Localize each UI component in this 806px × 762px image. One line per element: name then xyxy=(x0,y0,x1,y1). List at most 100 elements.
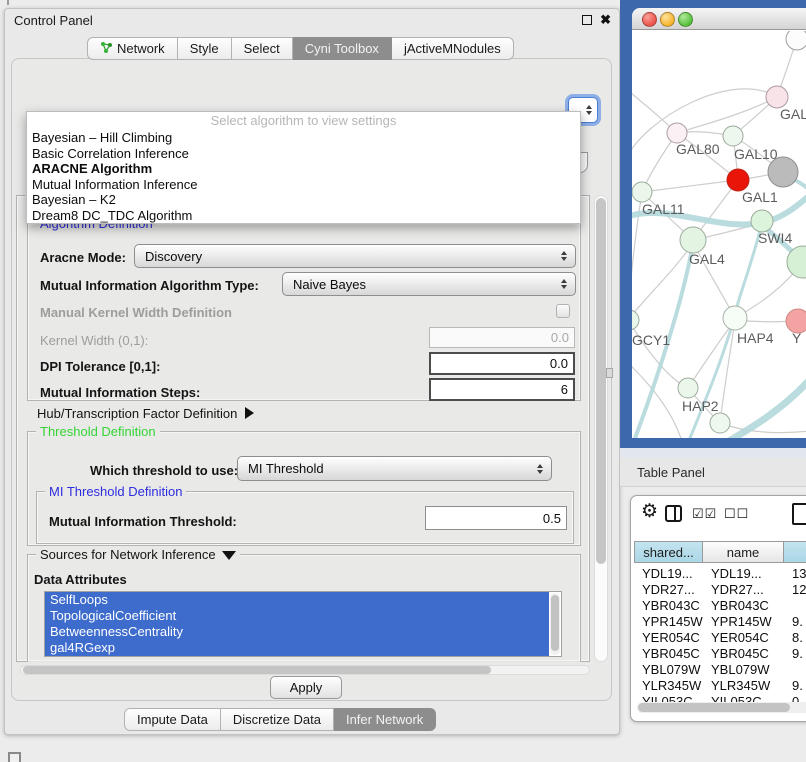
column-view-icon[interactable] xyxy=(665,505,682,522)
table-row[interactable]: YBR043CYBR043C xyxy=(634,598,806,614)
select-all-icon[interactable]: ☑☑ xyxy=(692,506,717,522)
deselect-all-icon[interactable]: ☐☐ xyxy=(724,506,749,522)
tab-network[interactable]: Network xyxy=(87,37,178,60)
mi-threshold-field[interactable]: 0.5 xyxy=(425,506,567,530)
table-cell: YPR145W xyxy=(703,614,784,630)
close-icon[interactable]: ✖ xyxy=(600,12,611,28)
network-node-swi4[interactable] xyxy=(751,210,773,232)
close-traffic-light[interactable] xyxy=(642,12,657,27)
attribute-item-betweennesscentrality[interactable]: BetweennessCentrality xyxy=(45,624,549,640)
column-header-name[interactable]: name xyxy=(703,541,784,563)
network-node-gcy1[interactable] xyxy=(632,310,639,330)
network-node[interactable] xyxy=(768,157,798,187)
list-scrollbar[interactable] xyxy=(550,593,560,655)
table-cell: 8. xyxy=(784,630,806,646)
attribute-item-selfloops[interactable]: SelfLoops xyxy=(45,592,549,608)
algorithm-option-basic-correlation-inference[interactable]: Basic Correlation Inference xyxy=(27,146,580,162)
network-node-gal1[interactable] xyxy=(727,169,749,191)
float-window-icon[interactable] xyxy=(582,15,592,25)
panel-splitter-handle[interactable] xyxy=(606,368,613,378)
network-icon xyxy=(100,41,113,57)
tab-label: jActiveMNodules xyxy=(404,41,501,56)
mi-threshold-definition-title: MI Threshold Definition xyxy=(45,484,186,499)
network-edge[interactable] xyxy=(720,423,806,433)
network-node-gal11[interactable] xyxy=(632,182,652,202)
sources-title[interactable]: Sources for Network Inference xyxy=(36,547,240,562)
network-node-gal80[interactable] xyxy=(667,123,687,143)
table-cell: 9. xyxy=(784,614,806,630)
kernel-width-field[interactable]: 0.0 xyxy=(429,327,575,348)
dock-icon[interactable] xyxy=(8,752,21,762)
table-row[interactable]: YIL053CYIL053C0. xyxy=(634,694,806,702)
table-row[interactable]: YBR045CYBR045C9. xyxy=(634,646,806,662)
table-cell: 12 xyxy=(784,582,806,598)
table-cell: YDL19... xyxy=(703,566,784,582)
network-node-hap2[interactable] xyxy=(678,378,698,398)
bottom-tab-infer-network[interactable]: Infer Network xyxy=(334,708,436,731)
tab-label: Select xyxy=(244,41,280,56)
threshold-definition-group: Threshold Definition Which threshold to … xyxy=(27,431,581,546)
gear-icon[interactable]: ⚙ xyxy=(641,502,658,521)
table-row[interactable]: YLR345WYLR345W9. xyxy=(634,678,806,694)
panel-gap xyxy=(620,448,806,458)
table-row[interactable]: YDL19...YDL19...13 xyxy=(634,566,806,582)
collapsed-arrow-icon xyxy=(245,407,254,419)
network-edge[interactable] xyxy=(688,320,735,388)
tab-select[interactable]: Select xyxy=(232,37,293,60)
dpi-tolerance-label: DPI Tolerance [0,1]: xyxy=(40,359,160,374)
mi-steps-field[interactable]: 6 xyxy=(429,378,575,401)
which-threshold-combo[interactable]: MI Threshold xyxy=(237,456,552,481)
apply-button[interactable]: Apply xyxy=(270,676,342,699)
aracne-mode-combo[interactable]: Discovery xyxy=(134,244,576,268)
network-node-hap4[interactable] xyxy=(723,306,747,330)
network-node[interactable] xyxy=(786,31,806,50)
node-label: HAP4 xyxy=(737,330,774,346)
settings-vertical-scrollbar[interactable] xyxy=(594,195,608,662)
attribute-item-gal4rgexp[interactable]: gal4RGexp xyxy=(45,640,549,656)
algorithm-option-aracne-algorithm[interactable]: ARACNE Algorithm xyxy=(27,161,580,177)
table-row[interactable]: YDR27...YDR27...12 xyxy=(634,582,806,598)
network-node[interactable] xyxy=(710,413,730,433)
table-row[interactable]: YPR145WYPR145W9. xyxy=(634,614,806,630)
table-row[interactable]: YER054CYER054C8. xyxy=(634,630,806,646)
algorithm-option-bayesian-hill-climbing[interactable]: Bayesian – Hill Climbing xyxy=(27,130,580,146)
network-edge-highlighted[interactable] xyxy=(722,377,806,438)
table-panel-titlebar: Table Panel xyxy=(620,458,806,487)
network-node-gal10[interactable] xyxy=(723,126,743,146)
aracne-mode-value: Discovery xyxy=(145,249,202,264)
tab-cyni-toolbox[interactable]: Cyni Toolbox xyxy=(293,37,392,60)
minimize-traffic-light[interactable] xyxy=(660,12,675,27)
column-header-a[interactable]: A xyxy=(784,541,806,563)
column-header-shared[interactable]: shared... xyxy=(634,541,703,563)
table-cell: 0. xyxy=(784,694,806,702)
network-canvas[interactable]: GALGAL80GAL10GAL1GAL11SWI4GAL4GCY1HAP4YH… xyxy=(632,31,806,438)
table-horizontal-scrollbar[interactable] xyxy=(637,702,806,713)
mi-threshold-definition-group: MI Threshold Definition Mutual Informati… xyxy=(36,491,574,544)
table-row[interactable]: YBL079WYBL079W xyxy=(634,662,806,678)
network-node-gal4[interactable] xyxy=(680,227,706,253)
hub-definition-toggle[interactable]: Hub/Transcription Factor Definition xyxy=(37,406,254,421)
dpi-tolerance-field[interactable]: 0.0 xyxy=(429,352,575,375)
export-table-icon[interactable] xyxy=(792,503,806,525)
mi-type-value: Naive Bayes xyxy=(293,277,366,292)
network-window-titlebar[interactable] xyxy=(632,8,806,30)
algorithm-option-dream8-dc-tdc-algorithm[interactable]: Dream8 DC_TDC Algorithm xyxy=(27,208,580,224)
bottom-tab-discretize-data[interactable]: Discretize Data xyxy=(221,708,334,731)
network-edge[interactable] xyxy=(642,180,738,192)
zoom-traffic-light[interactable] xyxy=(678,12,693,27)
table-cell: YLR345W xyxy=(634,678,703,694)
algorithm-option-bayesian-k2[interactable]: Bayesian – K2 xyxy=(27,192,580,208)
node-label: Y xyxy=(792,330,802,346)
table-body: YDL19...YDL19...13YDR27...YDR27...12YBR0… xyxy=(634,566,806,702)
mi-algorithm-type-combo[interactable]: Naive Bayes xyxy=(282,272,576,296)
network-edge[interactable] xyxy=(632,320,688,388)
manual-kernel-checkbox[interactable] xyxy=(556,304,570,318)
bottom-tab-impute-data[interactable]: Impute Data xyxy=(124,708,221,731)
tab-style[interactable]: Style xyxy=(178,37,232,60)
network-view-window: GALGAL80GAL10GAL1GAL11SWI4GAL4GCY1HAP4YH… xyxy=(632,8,806,438)
algorithm-option-mutual-information-inference[interactable]: Mutual Information Inference xyxy=(27,177,580,193)
tab-jactivemnodules[interactable]: jActiveMNodules xyxy=(392,37,514,60)
network-node-gal[interactable] xyxy=(766,86,788,108)
settings-horizontal-scrollbar[interactable] xyxy=(20,665,590,675)
attribute-item-topologicalcoefficient[interactable]: TopologicalCoefficient xyxy=(45,608,549,624)
